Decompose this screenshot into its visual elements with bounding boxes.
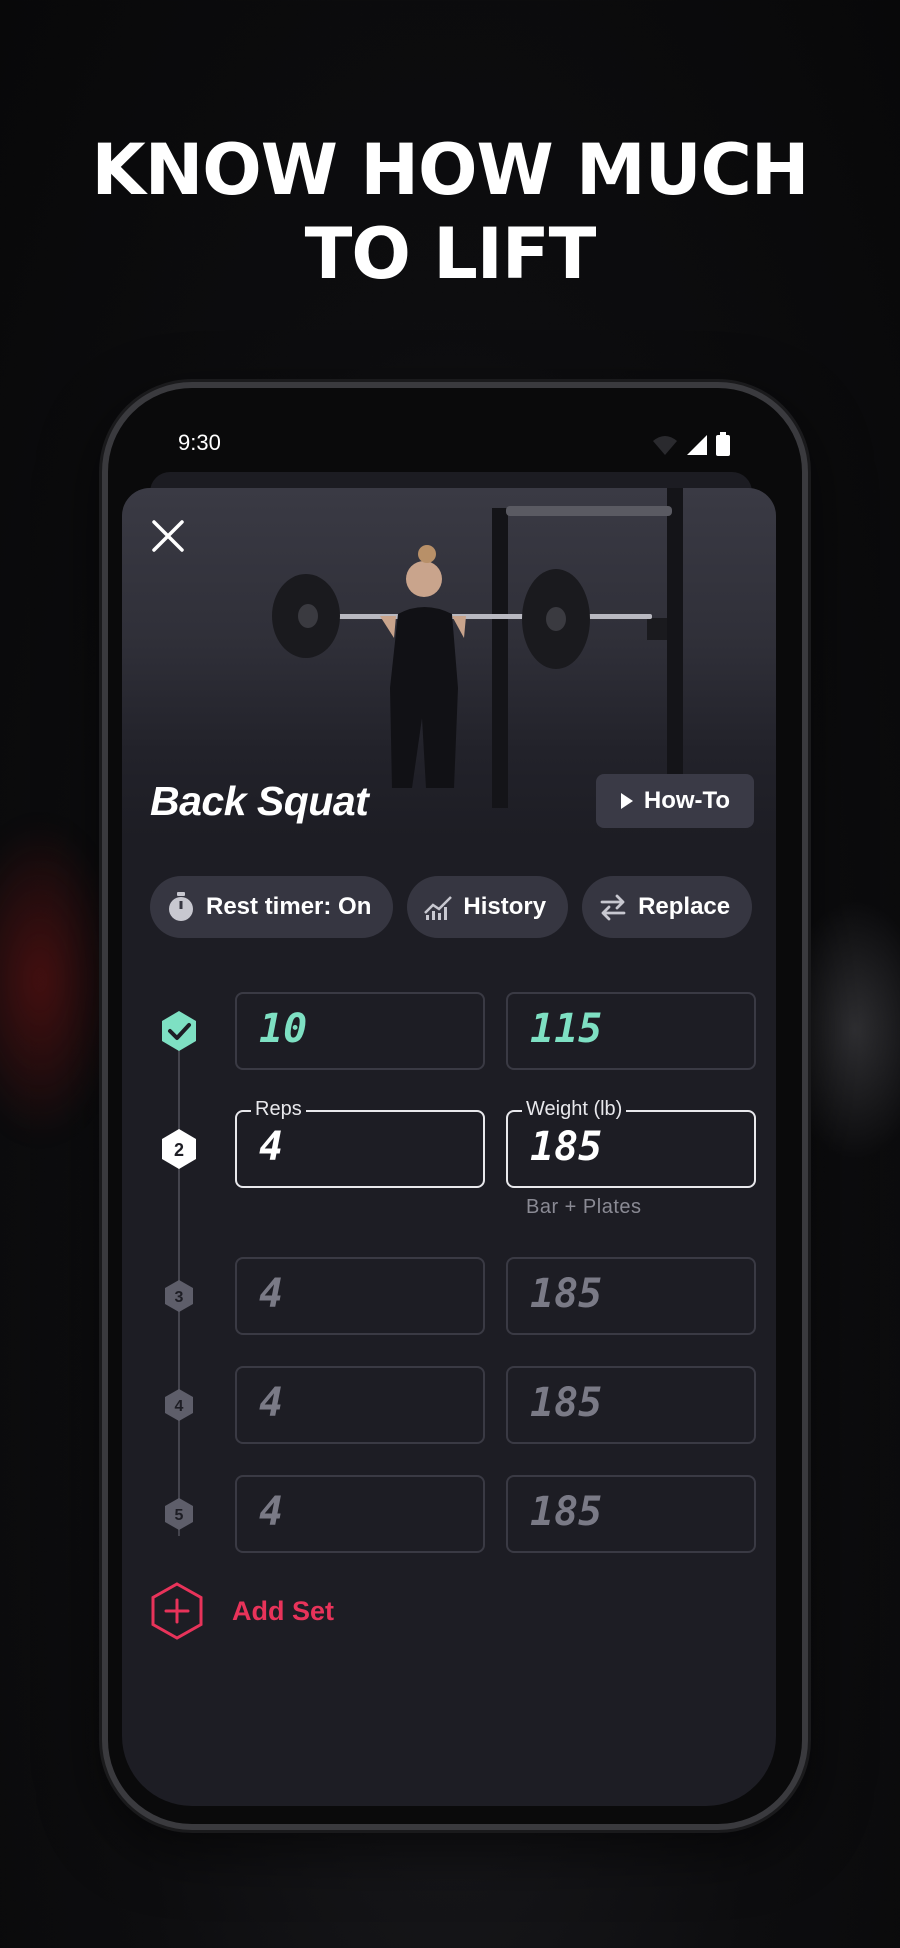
- add-set-label: Add Set: [232, 1595, 335, 1626]
- rest-timer-chip[interactable]: Rest timer: On: [150, 876, 394, 938]
- swap-icon: [600, 894, 626, 921]
- phone-frame: 9:30 Back Squat How-To Rest timer: On Hi…: [102, 382, 808, 1830]
- status-time: 9:30: [178, 430, 221, 455]
- replace-chip[interactable]: Replace: [582, 876, 753, 938]
- stopwatch-icon: [169, 892, 193, 921]
- set-4-number: 4: [175, 1398, 184, 1415]
- set-2-number: 2: [174, 1140, 184, 1160]
- set-3-reps-field[interactable]: 4: [235, 1257, 485, 1335]
- exercise-sheet: Back Squat How-To Rest timer: On History…: [122, 488, 776, 1806]
- set-1-weight-field[interactable]: 115: [506, 992, 756, 1070]
- set-2-reps-field[interactable]: Reps 4: [235, 1098, 485, 1188]
- set-2-weight-value: 185: [530, 1124, 603, 1170]
- set-5-weight-field[interactable]: 185: [506, 1475, 756, 1553]
- history-label: History: [463, 893, 547, 920]
- rest-timer-label: Rest timer: On: [206, 893, 372, 920]
- headline: KNOW HOW MUCH TO LIFT: [0, 128, 900, 296]
- status-icons: [652, 432, 730, 456]
- set-complete-check-icon[interactable]: [160, 1010, 198, 1052]
- set-5-weight-value: 185: [530, 1489, 603, 1535]
- headline-line-2: TO LIFT: [304, 213, 597, 295]
- action-chips: Rest timer: On History Replace: [150, 876, 753, 938]
- battery-icon: [716, 432, 730, 456]
- wifi-icon: [653, 436, 677, 455]
- set-3-weight-field[interactable]: 185: [506, 1257, 756, 1335]
- add-set-button[interactable]: Add Set: [150, 1582, 334, 1640]
- set-1-reps-field[interactable]: 10: [235, 992, 485, 1070]
- close-icon[interactable]: [150, 518, 186, 554]
- history-chip[interactable]: History: [407, 876, 569, 938]
- set-4-weight-field[interactable]: 185: [506, 1366, 756, 1444]
- chart-icon: [424, 896, 453, 920]
- reps-field-label: Reps: [251, 1098, 306, 1121]
- set-1-weight-value: 115: [530, 1006, 603, 1052]
- set-4-reps-field[interactable]: 4: [235, 1366, 485, 1444]
- set-2-reps-value: 4: [259, 1124, 284, 1170]
- add-hex-icon: [151, 1582, 203, 1640]
- headline-line-1: KNOW HOW MUCH: [91, 129, 809, 211]
- exercise-video-thumbnail[interactable]: Back Squat How-To: [122, 488, 776, 838]
- cell-signal-icon: [687, 435, 707, 455]
- exercise-title: Back Squat: [150, 778, 369, 824]
- status-bar: 9:30: [170, 426, 730, 466]
- set-5-reps-field[interactable]: 4: [235, 1475, 485, 1553]
- how-to-button[interactable]: How-To: [596, 774, 754, 828]
- set-3-reps-value: 4: [259, 1271, 284, 1317]
- set-number-3-badge: 3: [165, 1280, 193, 1312]
- set-3-weight-value: 185: [530, 1271, 603, 1317]
- set-number-4-badge: 4: [165, 1389, 193, 1421]
- set-2-weight-field[interactable]: Weight (lb) 185: [506, 1098, 756, 1188]
- replace-label: Replace: [638, 893, 731, 920]
- set-number-2-badge: 2: [162, 1129, 196, 1169]
- weight-field-label: Weight (lb): [522, 1098, 627, 1121]
- set-4-reps-value: 4: [259, 1380, 284, 1426]
- how-to-label: How-To: [643, 787, 731, 814]
- set-1-reps-value: 10: [259, 1006, 308, 1052]
- set-number-5-badge: 5: [165, 1498, 193, 1530]
- set-5-reps-value: 4: [259, 1489, 284, 1535]
- play-icon: [620, 793, 633, 809]
- bar-plates-hint[interactable]: Bar + Plates: [526, 1196, 642, 1219]
- set-5-number: 5: [175, 1507, 184, 1524]
- set-4-weight-value: 185: [530, 1380, 603, 1426]
- set-3-number: 3: [175, 1289, 184, 1306]
